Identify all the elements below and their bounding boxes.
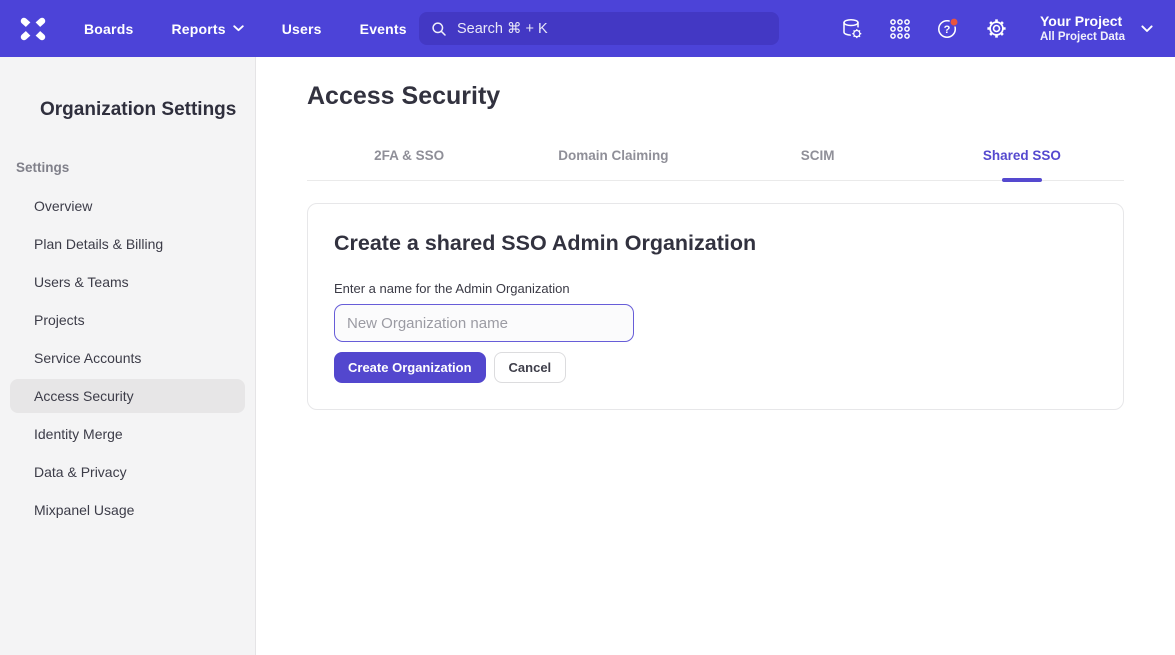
button-row: Create Organization Cancel [334, 352, 1097, 383]
organization-name-label: Enter a name for the Admin Organization [334, 281, 1097, 296]
nav-label: Events [360, 21, 407, 37]
sidebar-item-access-security[interactable]: Access Security [10, 379, 245, 413]
tab-scim[interactable]: SCIM [716, 148, 920, 180]
nav-label: Users [282, 21, 322, 37]
chevron-down-icon [1141, 25, 1153, 33]
sidebar-item-identity-merge[interactable]: Identity Merge [10, 417, 245, 451]
tab-shared-sso[interactable]: Shared SSO [920, 148, 1124, 180]
sidebar-item-data-privacy[interactable]: Data & Privacy [10, 455, 245, 489]
cancel-button[interactable]: Cancel [494, 352, 567, 383]
search-icon [431, 21, 447, 37]
apps-grid-icon[interactable] [888, 17, 912, 41]
nav-label: Boards [84, 21, 133, 37]
page-title: Access Security [307, 82, 1124, 111]
project-selector[interactable]: Your Project All Project Data [1040, 13, 1153, 45]
create-organization-button[interactable]: Create Organization [334, 352, 486, 383]
chevron-down-icon [233, 25, 244, 32]
svg-text:?: ? [944, 24, 951, 36]
data-management-icon[interactable] [840, 17, 864, 41]
project-name: Your Project [1040, 13, 1125, 31]
notification-dot [950, 18, 958, 26]
topbar-nav: Boards Reports Users Events [84, 21, 407, 37]
mixpanel-logo[interactable] [18, 16, 48, 42]
sidebar-item-overview[interactable]: Overview [10, 189, 245, 223]
nav-item-events[interactable]: Events [360, 21, 407, 37]
sidebar-item-mixpanel-usage[interactable]: Mixpanel Usage [10, 493, 245, 527]
search-input[interactable] [419, 12, 779, 45]
nav-item-reports[interactable]: Reports [171, 21, 243, 37]
tab-2fa-sso[interactable]: 2FA & SSO [307, 148, 511, 180]
help-icon[interactable]: ? [936, 17, 960, 41]
sidebar-item-projects[interactable]: Projects [10, 303, 245, 337]
mixpanel-logo-icon [18, 16, 48, 42]
tab-bar: 2FA & SSO Domain Claiming SCIM Shared SS… [307, 148, 1124, 181]
card-title: Create a shared SSO Admin Organization [334, 231, 1097, 256]
organization-name-input[interactable] [334, 304, 634, 342]
search-box [419, 12, 779, 45]
main-content: Access Security 2FA & SSO Domain Claimin… [256, 57, 1175, 655]
topbar-right: ? Your Project All Project Data [840, 0, 1175, 57]
sidebar-item-service-accounts[interactable]: Service Accounts [10, 341, 245, 375]
project-scope: All Project Data [1040, 30, 1125, 44]
sidebar-item-plan-details-billing[interactable]: Plan Details & Billing [10, 227, 245, 261]
shared-sso-card: Create a shared SSO Admin Organization E… [307, 203, 1124, 410]
topbar: Boards Reports Users Events [0, 0, 1175, 57]
sidebar-title: Organization Settings [40, 99, 255, 121]
sidebar: Organization Settings Settings Overview … [0, 57, 256, 655]
sidebar-item-users-teams[interactable]: Users & Teams [10, 265, 245, 299]
sidebar-section-label: Settings [16, 160, 255, 175]
nav-label: Reports [171, 21, 225, 37]
settings-icon[interactable] [984, 17, 1008, 41]
tab-domain-claiming[interactable]: Domain Claiming [511, 148, 715, 180]
nav-item-users[interactable]: Users [282, 21, 322, 37]
nav-item-boards[interactable]: Boards [84, 21, 133, 37]
